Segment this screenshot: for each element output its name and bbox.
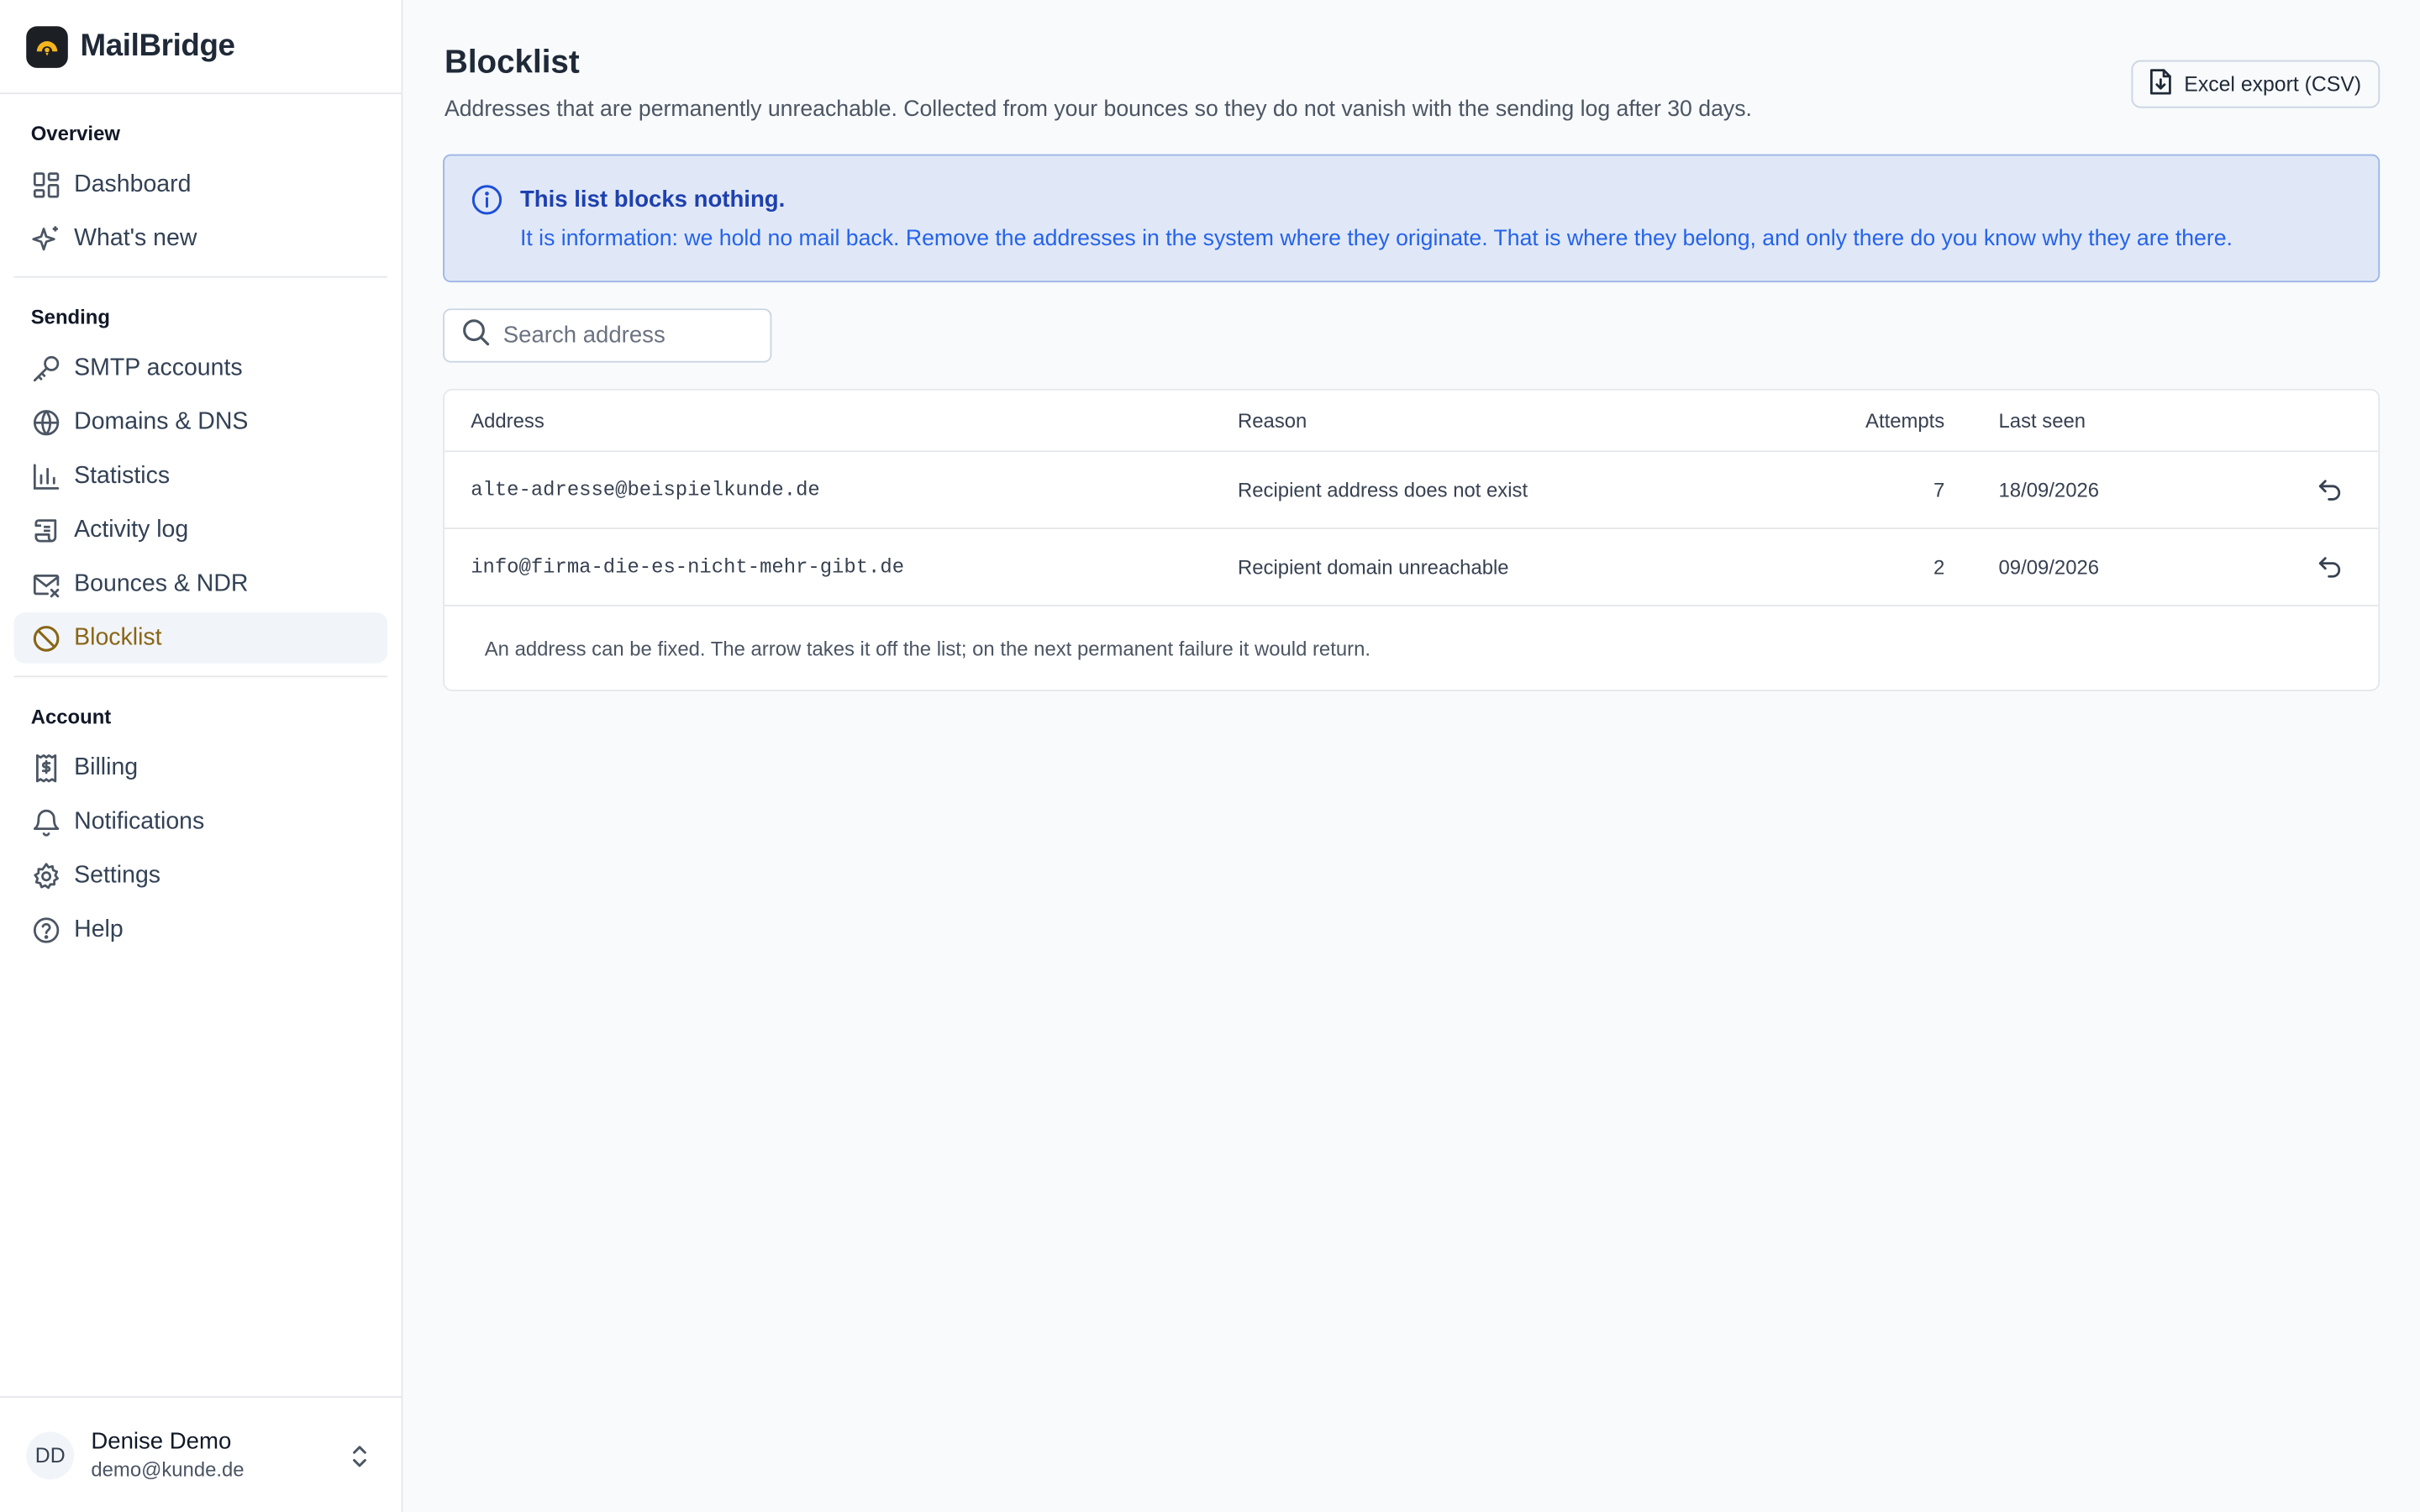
column-header-reason[interactable]: Reason [1238,391,1307,451]
avatar: DD [26,1431,75,1479]
row-address: alte-adresse@beispielkunde.de [471,478,820,501]
sidebar-item-label: What's new [74,224,197,251]
sidebar-item-notifications[interactable]: Notifications [14,796,387,848]
sidebar-item-activity-log[interactable]: Activity log [14,505,387,556]
sidebar-item-whats-new[interactable]: What's new [14,213,387,264]
user-info: Denise Demo demo@kunde.de [91,1429,244,1481]
section-label: Account [30,705,112,728]
remove-from-list-button[interactable] [2312,452,2345,528]
sidebar-item-label: Statistics [74,462,171,489]
bar-chart-icon [31,460,62,491]
sidebar-item-help[interactable]: Help [14,904,387,955]
remove-from-list-button[interactable] [2312,529,2345,605]
sidebar-item-label: Settings [74,861,161,889]
user-email: demo@kunde.de [91,1457,245,1482]
sidebar: MailBridge Overview Dashboard What's new [0,0,403,1512]
sparkles-icon [31,223,62,254]
brand[interactable]: MailBridge [0,0,402,95]
nav-section-sending: Sending SMTP accounts Domains & DNS Stat… [13,276,388,664]
row-reason: Recipient address does not exist [1238,478,1528,501]
sidebar-item-bounces-ndr[interactable]: Bounces & NDR [14,559,387,610]
row-last-seen: 09/09/2026 [1998,555,2100,579]
sidebar-item-domains-dns[interactable]: Domains & DNS [14,396,387,448]
sidebar-item-label: Domains & DNS [74,407,249,435]
sidebar-item-dashboard[interactable]: Dashboard [14,159,387,210]
table-footnote: An address can be fixed. The arrow takes… [484,637,1370,661]
ban-icon [31,622,62,654]
row-attempts: 2 [1933,555,1945,579]
blocklist-table: Address Reason Attempts Last seen alte-a… [443,388,2381,691]
sidebar-item-settings[interactable]: Settings [14,850,387,901]
sidebar-item-smtp-accounts[interactable]: SMTP accounts [14,343,387,394]
info-text: It is information: we hold no mail back.… [519,226,2233,252]
scroll-icon [31,515,62,546]
app-name: MailBridge [80,28,235,63]
section-label: Sending [30,305,110,329]
search-icon [461,317,491,354]
sidebar-item-statistics[interactable]: Statistics [14,450,387,501]
dashboard-icon [31,169,62,200]
main-content: Blocklist Addresses that are permanently… [402,0,2420,1512]
search-box[interactable] [443,308,772,363]
sidebar-item-label: Bounces & NDR [74,570,249,596]
sidebar-item-billing[interactable]: Billing [14,742,387,793]
sidebar-item-label: Help [74,916,124,942]
sidebar-item-label: Notifications [74,807,205,834]
row-reason: Recipient domain unreachable [1238,555,1509,579]
sidebar-item-blocklist[interactable]: Blocklist [13,612,388,664]
sidebar-item-label: Billing [74,753,139,780]
info-icon [471,184,503,224]
column-header-attempts[interactable]: Attempts [1865,391,1944,451]
page-title: Blocklist [444,45,580,81]
table-header: Address Reason Attempts Last seen [444,391,2379,453]
nav-section-overview: Overview Dashboard What's new [14,94,387,264]
page-subtitle: Addresses that are permanently unreachab… [444,97,1752,123]
help-circle-icon [31,914,62,945]
user-name: Denise Demo [91,1428,232,1456]
key-icon [31,353,62,384]
mail-x-icon [31,569,62,600]
info-callout: This list blocks nothing. It is informat… [443,154,2381,283]
column-header-last-seen[interactable]: Last seen [1999,391,2086,451]
sidebar-item-label: Activity log [74,516,189,543]
undo-arrow-icon[interactable] [2312,473,2345,507]
search-input[interactable] [502,322,750,349]
sidebar-item-label: Dashboard [74,170,192,197]
sidebar-item-label: SMTP accounts [74,354,243,381]
sidebar-item-label: Blocklist [74,623,162,651]
file-download-icon [2149,68,2173,101]
section-label: Overview [30,122,120,145]
row-last-seen: 18/09/2026 [1998,478,2100,501]
gear-icon [31,860,62,891]
row-attempts: 7 [1933,478,1945,501]
column-header-address[interactable]: Address [471,391,544,451]
nav-section-account: Account Billing Notifications Settings H… [13,675,388,955]
bell-icon [31,806,62,837]
receipt-icon [31,752,62,783]
row-address: info@firma-die-es-nicht-mehr-gibt.de [471,555,905,579]
user-menu[interactable]: DD Denise Demo demo@kunde.de [0,1396,402,1512]
chevron-up-down-icon[interactable] [349,1444,371,1477]
main-nav: Overview Dashboard What's new Sending SM… [0,94,402,955]
excel-export-button[interactable]: Excel export (CSV) [2131,60,2381,108]
mailbridge-logo-icon [26,25,68,67]
export-label: Excel export (CSV) [2184,72,2362,96]
table-row: alte-adresse@beispielkunde.de Recipient … [444,452,2379,529]
table-row: info@firma-die-es-nicht-mehr-gibt.de Rec… [444,529,2379,606]
undo-arrow-icon[interactable] [2312,550,2345,584]
globe-icon [31,407,62,438]
info-title: This list blocks nothing. [519,186,786,213]
